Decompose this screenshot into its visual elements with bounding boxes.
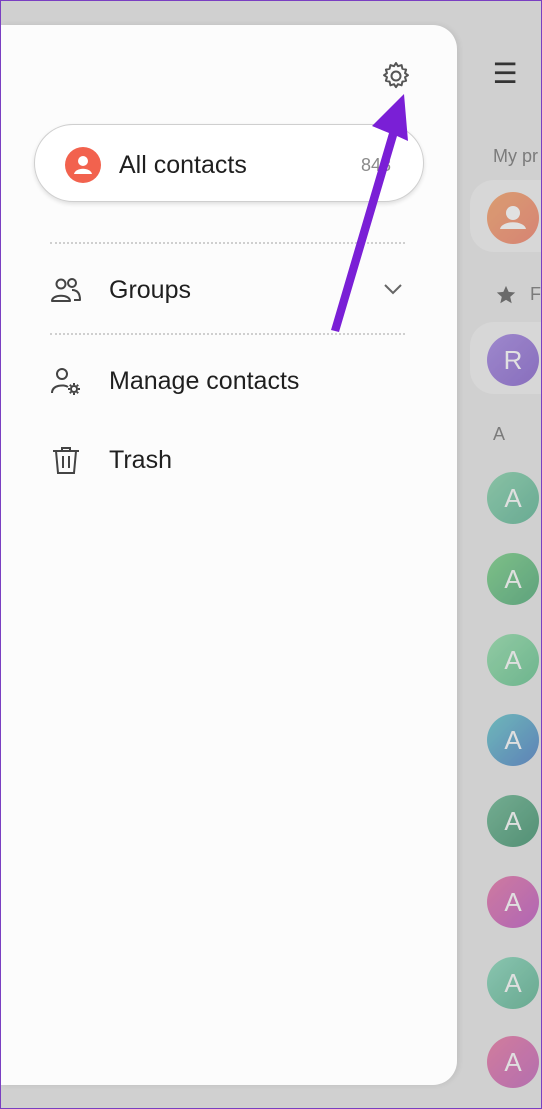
all-contacts-button[interactable]: All contacts 848 [34, 124, 424, 202]
all-contacts-count: 848 [361, 155, 392, 175]
trash-label: Trash [109, 446, 172, 474]
groups-menu-item[interactable]: Groups [0, 260, 430, 320]
settings-gear-icon[interactable] [380, 60, 412, 92]
divider [50, 242, 405, 244]
manage-contacts-icon [51, 368, 80, 395]
person-icon [65, 147, 101, 183]
groups-label: Groups [109, 276, 191, 304]
chevron-down-icon[interactable] [382, 278, 404, 300]
manage-contacts-label: Manage contacts [109, 367, 300, 395]
divider [50, 333, 405, 335]
trash-menu-item[interactable]: Trash [0, 430, 430, 490]
all-contacts-label: All contacts [119, 151, 247, 179]
manage-contacts-menu-item[interactable]: Manage contacts [0, 351, 430, 411]
groups-icon [51, 278, 81, 302]
trash-icon [53, 447, 79, 474]
